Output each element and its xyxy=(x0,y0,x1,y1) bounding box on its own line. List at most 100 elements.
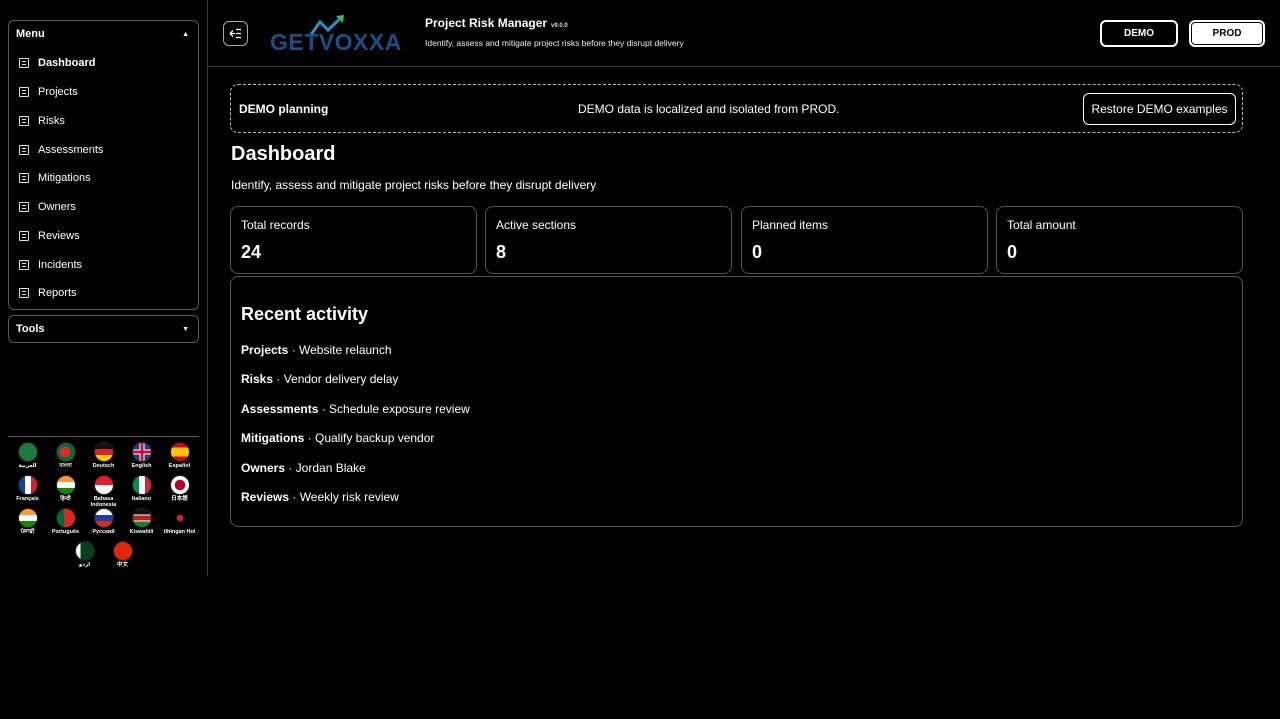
language-english[interactable]: English xyxy=(123,442,161,475)
stat-card-active-sections: Active sections 8 xyxy=(485,206,732,274)
language-german[interactable]: Deutsch xyxy=(85,442,123,475)
language-hindi[interactable]: हिन्दी xyxy=(47,475,85,508)
sidebar-item-risks[interactable]: Risks xyxy=(9,107,198,136)
activity-section: Reviews xyxy=(241,489,290,504)
flag-kenya-icon xyxy=(131,508,152,528)
tools-header[interactable]: Tools ▼ xyxy=(9,316,198,342)
sidebar-item-label: Incidents xyxy=(38,258,83,271)
flag-portugal-icon xyxy=(55,508,76,528)
menu-header[interactable]: Menu ▲ xyxy=(9,21,198,47)
list-item: Reviews · Weekly risk review xyxy=(241,490,470,519)
language-label: English xyxy=(131,463,152,469)
activity-section: Projects xyxy=(241,343,289,357)
language-label: हिन्दी xyxy=(60,496,71,502)
prod-button[interactable]: PROD xyxy=(1189,20,1265,47)
flag-spain-icon xyxy=(169,442,190,462)
document-icon xyxy=(19,144,29,155)
menu-title: Menu xyxy=(16,28,45,40)
sidebar-item-dashboard[interactable]: Dashboard xyxy=(9,49,198,78)
sidebar: Menu ▲ Dashboard Projects Risks Assessme… xyxy=(0,0,208,576)
language-french[interactable]: Français xyxy=(9,475,47,508)
demo-button[interactable]: DEMO xyxy=(1100,20,1178,47)
language-indonesian[interactable]: Bahasa Indonesia xyxy=(85,475,123,508)
page-title: Dashboard xyxy=(231,143,336,165)
language-label: اردو xyxy=(78,562,91,568)
sidebar-item-label: Projects xyxy=(38,86,78,99)
flag-indonesia-icon xyxy=(93,475,114,495)
sidebar-item-mitigations[interactable]: Mitigations xyxy=(9,164,198,193)
language-label: Français xyxy=(16,496,39,502)
flag-germany-icon xyxy=(93,442,114,462)
collapse-menu-icon xyxy=(229,28,241,39)
flag-india-icon xyxy=(55,475,76,495)
language-punjabi[interactable]: ਪੰਜਾਬੀ xyxy=(9,508,47,541)
flag-pakistan-icon xyxy=(74,541,95,561)
stat-value: 0 xyxy=(1007,242,1018,262)
banner-message: DEMO data is localized and isolated from… xyxy=(578,102,840,116)
app-version: v9.0.0 xyxy=(551,23,568,29)
document-icon xyxy=(19,288,29,299)
stat-value: 24 xyxy=(241,242,262,262)
list-item: Risks · Vendor delivery delay xyxy=(241,372,470,401)
recent-activity-title: Recent activity xyxy=(241,304,369,324)
sidebar-item-label: Owners xyxy=(38,201,76,214)
stat-value: 0 xyxy=(752,242,763,262)
stat-value: 8 xyxy=(496,242,507,262)
list-item: Assessments · Schedule exposure review xyxy=(241,402,470,431)
language-arabic[interactable]: العربية xyxy=(9,442,47,475)
flag-russia-icon xyxy=(93,508,114,528)
activity-section: Owners xyxy=(241,460,286,475)
chevron-up-icon: ▲ xyxy=(182,30,189,38)
app-title: Project Risk Manager v9.0.0 xyxy=(425,16,568,30)
sidebar-item-incidents[interactable]: Incidents xyxy=(9,250,198,279)
activity-text: · Qualify backup vendor xyxy=(304,431,435,446)
language-label: Русский xyxy=(92,529,115,535)
language-chinese[interactable]: 中文 xyxy=(104,541,142,574)
language-bengali[interactable]: বাংলা xyxy=(47,442,85,475)
sidebar-item-label: Reports xyxy=(38,287,77,300)
list-item: Owners · Jordan Blake xyxy=(241,461,470,490)
collapse-sidebar-button[interactable] xyxy=(223,21,248,46)
language-label: Español xyxy=(168,463,191,469)
language-label: ਪੰਜਾਬੀ xyxy=(20,529,35,535)
sidebar-item-label: Risks xyxy=(38,114,65,127)
flag-india-icon xyxy=(17,508,38,528)
language-label: 日本語 xyxy=(171,496,188,502)
sidebar-item-label: Assessments xyxy=(38,143,104,156)
stat-label: Planned items xyxy=(752,218,829,232)
flag-bangladesh-icon xyxy=(55,442,76,462)
flag-france-icon xyxy=(17,475,38,495)
language-label: Bahasa Indonesia xyxy=(90,496,117,508)
language-portuguese[interactable]: Português xyxy=(47,508,85,541)
tools-title: Tools xyxy=(16,323,45,335)
sidebar-item-owners[interactable]: Owners xyxy=(9,193,198,222)
activity-text: · Vendor delivery delay xyxy=(273,372,399,387)
sidebar-item-label: Reviews xyxy=(38,229,80,242)
language-russian[interactable]: Русский xyxy=(85,508,123,541)
language-label: Deutsch xyxy=(92,463,115,469)
language-klingon[interactable]: tlhIngan Hol xyxy=(161,508,199,541)
flag-italy-icon xyxy=(131,475,152,495)
activity-text: · Jordan Blake xyxy=(285,460,366,475)
demo-banner: DEMO planning DEMO data is localized and… xyxy=(230,84,1243,133)
language-japanese[interactable]: 日本語 xyxy=(161,475,199,508)
sidebar-item-reports[interactable]: Reports xyxy=(9,279,198,308)
language-swahili[interactable]: Kiswahili xyxy=(123,508,161,541)
language-spanish[interactable]: Español xyxy=(161,442,199,475)
list-item: Projects · Website relaunch xyxy=(241,343,470,372)
activity-text: · Weekly risk review xyxy=(289,489,399,504)
klingon-icon xyxy=(169,508,190,528)
stat-label: Total amount xyxy=(1007,218,1076,232)
sidebar-item-projects[interactable]: Projects xyxy=(9,78,198,107)
sidebar-item-reviews[interactable]: Reviews xyxy=(9,222,198,251)
sidebar-item-assessments[interactable]: Assessments xyxy=(9,135,198,164)
restore-demo-button[interactable]: Restore DEMO examples xyxy=(1083,93,1236,125)
language-italian[interactable]: Italiano xyxy=(123,475,161,508)
sidebar-item-label: Mitigations xyxy=(38,172,91,185)
language-label: العربية xyxy=(18,463,37,469)
list-item: Mitigations · Qualify backup vendor xyxy=(241,431,470,460)
language-urdu[interactable]: اردو xyxy=(66,541,104,574)
document-icon xyxy=(19,87,29,98)
logo[interactable]: GETVOXXA xyxy=(268,14,413,55)
recent-activity-panel: Recent activity Projects · Website relau… xyxy=(230,276,1243,527)
